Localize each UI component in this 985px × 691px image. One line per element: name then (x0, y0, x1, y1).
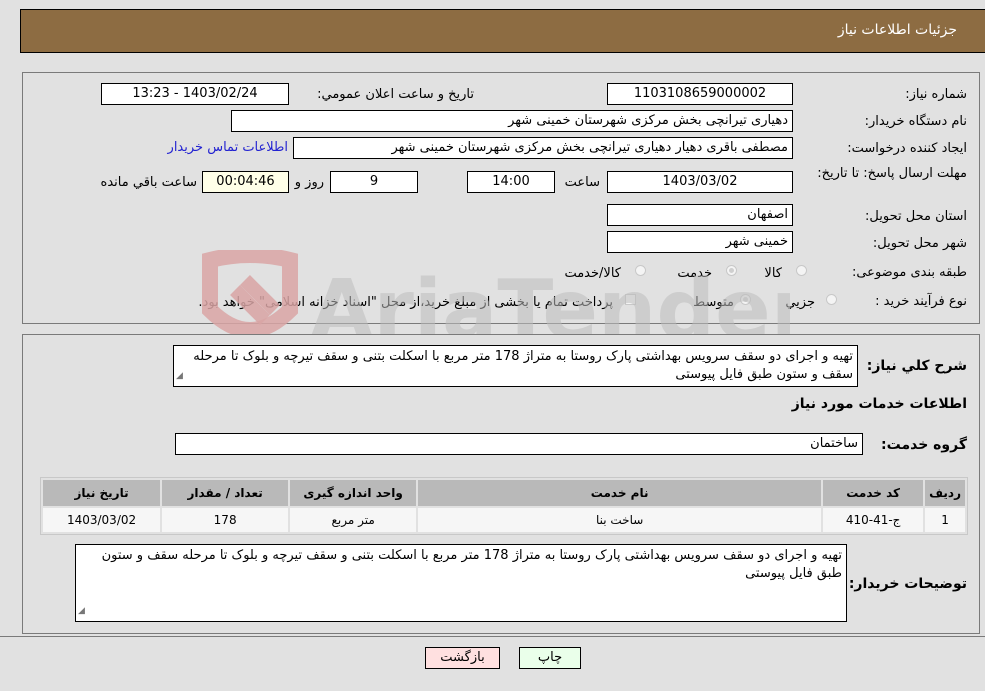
col-service-code: کد خدمت (823, 480, 924, 506)
buyer-org-field: دهیاری تیرانچی بخش مرکزی شهرستان خمینی ش… (231, 110, 793, 132)
treasury-checkbox[interactable] (625, 294, 636, 305)
deadline-time-field: 14:00 (467, 171, 555, 193)
process-radio-minor[interactable] (826, 294, 837, 305)
description-label: شرح کلي نیاز: (866, 358, 967, 374)
cell-unit: متر مربع (290, 508, 417, 532)
cell-service-name: ساخت بنا (418, 508, 822, 532)
category-radio-goods-service[interactable] (635, 265, 646, 276)
col-service-name: نام خدمت (418, 480, 822, 506)
buyer-notes-textarea[interactable]: تهیه و اجرای دو سقف سرویس بهداشتی پارک ر… (75, 544, 847, 622)
category-label: طبقه بندی موضوعی: (851, 265, 967, 280)
category-radio-goods[interactable] (796, 265, 807, 276)
services-table: ردیف کد خدمت نام خدمت واحد اندازه گیری ت… (40, 477, 968, 535)
days-remaining-field: 9 (330, 171, 418, 193)
days-label: روز و (294, 175, 324, 190)
resize-grip-icon[interactable]: ◢ (78, 602, 85, 620)
treasury-note: پرداخت تمام یا بخشی از مبلغ خرید،از محل … (198, 295, 613, 310)
remaining-time-field: 00:04:46 (202, 171, 289, 193)
deadline-time-label: ساعت (564, 175, 600, 190)
process-option-minor: جزيي (785, 295, 815, 310)
print-button[interactable]: چاپ (519, 647, 581, 669)
table-row: 1 ج-41-410 ساخت بنا متر مربع 178 1403/03… (43, 508, 965, 532)
process-type-label: نوع فرآیند خرید : (875, 294, 967, 309)
description-textarea[interactable]: تهیه و اجرای دو سقف سرویس بهداشتی پارک ر… (173, 345, 858, 387)
category-radio-service[interactable] (726, 265, 737, 276)
deadline-date-field: 1403/03/02 (607, 171, 793, 193)
province-field: اصفهان (607, 204, 793, 226)
province-label: استان محل تحویل: (865, 209, 967, 224)
page-title: جزئیات اطلاعات نیاز (837, 22, 957, 38)
buyer-notes-label: توضیحات خریدار: (848, 576, 967, 592)
service-group-field: ساختمان (175, 433, 863, 455)
creator-field: مصطفی باقری دهیار دهیاری تیرانچی بخش مرک… (293, 137, 793, 159)
services-section-title: اطلاعات خدمات مورد نیاز (791, 396, 967, 412)
footer-divider (0, 636, 985, 637)
cell-service-code: ج-41-410 (823, 508, 924, 532)
col-need-date: تاریخ نیاز (43, 480, 161, 506)
col-unit: واحد اندازه گیری (290, 480, 417, 506)
cell-quantity: 178 (162, 508, 289, 532)
process-option-medium: متوسط (693, 295, 734, 310)
category-option-service: خدمت (677, 266, 712, 281)
description-text: تهیه و اجرای دو سقف سرویس بهداشتی پارک ر… (193, 349, 853, 382)
category-option-goods: کالا (764, 266, 782, 281)
announce-label: تاریخ و ساعت اعلان عمومي: (317, 87, 474, 102)
buyer-notes-text: تهیه و اجرای دو سقف سرویس بهداشتی پارک ر… (101, 548, 842, 581)
creator-label: ایجاد کننده درخواست: (847, 141, 967, 156)
need-number-field: 1103108659000002 (607, 83, 793, 105)
buyer-org-label: نام دستگاه خریدار: (864, 114, 967, 129)
service-group-label: گروه خدمت: (881, 437, 967, 453)
process-radio-medium[interactable] (740, 294, 751, 305)
city-field: خمینی شهر (607, 231, 793, 253)
deadline-label: مهلت ارسال پاسخ: تا تاریخ: (817, 166, 967, 181)
cell-need-date: 1403/03/02 (43, 508, 161, 532)
announce-datetime-field: 1403/02/24 - 13:23 (101, 83, 289, 105)
cell-row-number: 1 (925, 508, 965, 532)
page-header: جزئیات اطلاعات نیاز (20, 9, 985, 53)
remaining-time-label: ساعت باقي مانده (100, 175, 197, 190)
col-quantity: تعداد / مقدار (162, 480, 289, 506)
buyer-contact-link[interactable]: اطلاعات تماس خریدار (168, 140, 288, 155)
resize-grip-icon[interactable]: ◢ (176, 367, 183, 385)
city-label: شهر محل تحویل: (872, 236, 967, 251)
need-number-label: شماره نیاز: (905, 87, 967, 102)
category-option-goods-service: کالا/خدمت (564, 266, 621, 281)
back-button[interactable]: بازگشت (425, 647, 500, 669)
col-row-number: ردیف (925, 480, 965, 506)
table-header-row: ردیف کد خدمت نام خدمت واحد اندازه گیری ت… (43, 480, 965, 506)
